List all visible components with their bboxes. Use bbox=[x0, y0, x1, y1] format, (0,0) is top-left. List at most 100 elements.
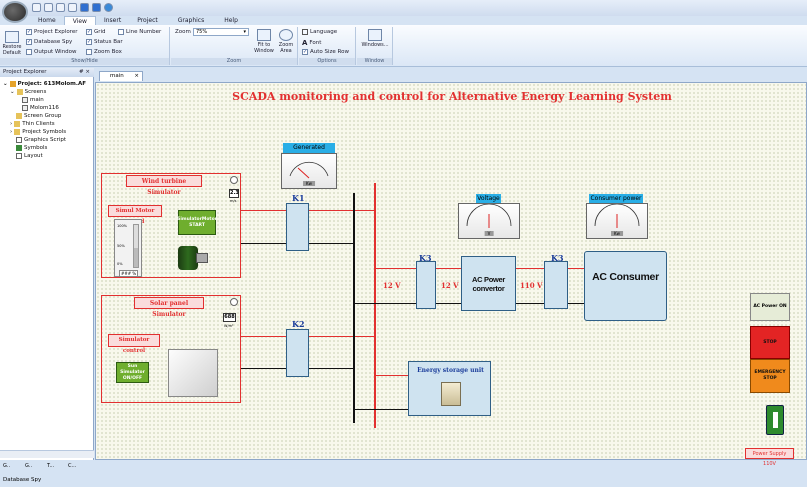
grid-checkbox[interactable]: ✓ Grid bbox=[86, 29, 106, 35]
ac-power-convertor[interactable]: AC Power convertor bbox=[461, 256, 516, 311]
tree-screen-group[interactable]: Screen Group bbox=[16, 113, 61, 119]
restore-default-icon bbox=[5, 31, 19, 43]
k1-contactor[interactable] bbox=[286, 203, 309, 251]
consumer-power-title: Consumer power bbox=[589, 194, 643, 203]
simulator-motor-start-button[interactable]: SimulatorMotor START bbox=[177, 210, 217, 235]
fit-window-icon bbox=[257, 29, 271, 41]
database-spy-checkbox[interactable]: ✓ Database Spy bbox=[26, 39, 72, 45]
close-icon[interactable]: × bbox=[134, 72, 139, 81]
tab-view[interactable]: View bbox=[63, 16, 96, 25]
tab-graphics[interactable]: Graphics bbox=[166, 16, 217, 25]
tab-main[interactable]: main × bbox=[99, 71, 143, 81]
tree-screens[interactable]: ⌄ Screens bbox=[10, 89, 46, 95]
output-window-label: Output Window bbox=[34, 49, 77, 55]
open-icon[interactable] bbox=[44, 3, 53, 12]
tree-symbols[interactable]: Symbols bbox=[16, 145, 47, 151]
tree-graphics-script[interactable]: Graphics Script bbox=[16, 137, 66, 143]
tab-project[interactable]: Project bbox=[129, 16, 166, 25]
language-button[interactable]: Language bbox=[302, 29, 337, 35]
run-icon[interactable] bbox=[92, 3, 101, 12]
solar-reading: 688 bbox=[223, 313, 236, 322]
status-bar-checkbox[interactable]: ✓ Status Bar bbox=[86, 39, 123, 45]
zoom-box-checkbox[interactable]: Zoom Box bbox=[86, 49, 122, 55]
bottom-tab-2[interactable]: G.. bbox=[25, 463, 32, 469]
output-window-checkbox[interactable]: Output Window bbox=[26, 49, 77, 55]
motor-body bbox=[178, 246, 198, 270]
stop-button[interactable]: STOP bbox=[750, 326, 790, 359]
tree-project-label: Project: 613Molom.AF bbox=[17, 81, 86, 87]
window-group-label: Window bbox=[357, 58, 392, 65]
tree-main[interactable]: main bbox=[22, 97, 44, 103]
app-logo[interactable] bbox=[2, 1, 28, 23]
show-hide-group-label: Show/Hide bbox=[0, 58, 169, 65]
tab-help[interactable]: Help bbox=[216, 16, 246, 25]
bottom-tab-1[interactable]: G.. bbox=[3, 463, 10, 469]
k2-contactor[interactable] bbox=[286, 329, 309, 377]
solar-black-wire bbox=[241, 368, 286, 369]
project-explorer-checkbox[interactable]: ✓ Project Explorer bbox=[26, 29, 77, 35]
fit-to-window-button[interactable]: Fit to Window bbox=[253, 29, 275, 54]
storage-red-wire bbox=[376, 375, 408, 376]
font-label: Font bbox=[309, 40, 322, 46]
generated-power-unit: Kw bbox=[303, 181, 315, 186]
bottom-tab-3[interactable]: T... bbox=[47, 463, 54, 469]
status-bar: Database Spy bbox=[0, 473, 807, 487]
ac-power-on-button[interactable]: AC Power ON bbox=[750, 293, 790, 321]
tree-project[interactable]: ⌄ Project: 613Molom.AF bbox=[3, 81, 86, 87]
k3-contactor-2[interactable] bbox=[544, 261, 568, 309]
energy-storage-unit[interactable]: Energy storage unit bbox=[408, 361, 491, 416]
new-icon[interactable] bbox=[32, 3, 41, 12]
chevron-right-icon: › bbox=[10, 121, 13, 127]
solar-red-wire bbox=[241, 336, 286, 337]
tab-insert[interactable]: Insert bbox=[96, 16, 129, 25]
language-label: Language bbox=[310, 29, 338, 35]
ac-consumer[interactable]: AC Consumer bbox=[584, 251, 667, 321]
generated-power-gauge: Kw bbox=[281, 153, 337, 189]
explorer-scrollbar[interactable] bbox=[0, 450, 94, 458]
auto-size-row-label: Auto Size Row bbox=[310, 49, 349, 55]
save-icon[interactable] bbox=[56, 3, 65, 12]
tab-home[interactable]: Home bbox=[30, 16, 64, 25]
help-icon[interactable] bbox=[104, 3, 113, 12]
zoom-area-button[interactable]: Zoom Area bbox=[275, 29, 297, 54]
group-options: Language A Font ✓ Auto Size Row Options bbox=[299, 27, 356, 65]
consumer-power-unit: Kw bbox=[611, 231, 623, 236]
voltage-gauge: V bbox=[458, 203, 520, 239]
bar-value: ### % bbox=[119, 270, 139, 277]
k2-black-wire bbox=[309, 368, 354, 369]
tree-layout[interactable]: Layout bbox=[16, 153, 43, 159]
folder-icon bbox=[16, 89, 23, 95]
font-icon: A bbox=[302, 39, 308, 47]
consumer-power-gauge: Kw bbox=[586, 203, 648, 239]
screen-icon[interactable] bbox=[80, 3, 89, 12]
bus-k3-black bbox=[355, 303, 416, 304]
motor-icon bbox=[178, 243, 212, 273]
bottom-tab-4[interactable]: C... bbox=[68, 463, 76, 469]
pin-close-icon[interactable]: # × bbox=[79, 68, 90, 77]
line-number-checkbox[interactable]: Line Number bbox=[118, 29, 161, 35]
windows-icon bbox=[368, 29, 382, 41]
power-switch[interactable] bbox=[766, 405, 784, 435]
restore-default-button[interactable]: Restore Default bbox=[2, 31, 22, 56]
auto-size-row-checkbox[interactable]: ✓ Auto Size Row bbox=[302, 49, 349, 55]
solar-unit: W/m² bbox=[224, 324, 234, 328]
tree-project-symbols-label: Project Symbols bbox=[22, 129, 67, 135]
zoom-select[interactable]: 75% ▾ bbox=[193, 28, 249, 36]
wind-black-wire bbox=[241, 243, 286, 244]
font-button[interactable]: A Font bbox=[302, 39, 321, 47]
conv-k3-black bbox=[516, 303, 544, 304]
tree-molom-label: Molom116 bbox=[30, 105, 59, 111]
document-tabbar: main × bbox=[95, 69, 807, 81]
motor-speed-bar: 100% 50% 0% ### % bbox=[114, 219, 142, 277]
k3-contactor-1[interactable] bbox=[416, 261, 436, 309]
project-icon bbox=[9, 81, 16, 87]
k3-conv-red bbox=[436, 268, 461, 269]
windows-button[interactable]: Windows... bbox=[359, 29, 391, 48]
emergency-stop-button[interactable]: EMERGENCY STOP bbox=[750, 359, 790, 393]
tree-project-symbols[interactable]: › Project Symbols bbox=[10, 129, 66, 135]
tree-molom[interactable]: Molom116 bbox=[22, 105, 59, 111]
sun-simulator-button[interactable]: Sun Simulator ON/OFF bbox=[116, 362, 149, 383]
chevron-down-icon: ⌄ bbox=[3, 81, 8, 87]
tree-thin-clients[interactable]: › Thin Clients bbox=[10, 121, 55, 127]
undo-icon[interactable] bbox=[68, 3, 77, 12]
